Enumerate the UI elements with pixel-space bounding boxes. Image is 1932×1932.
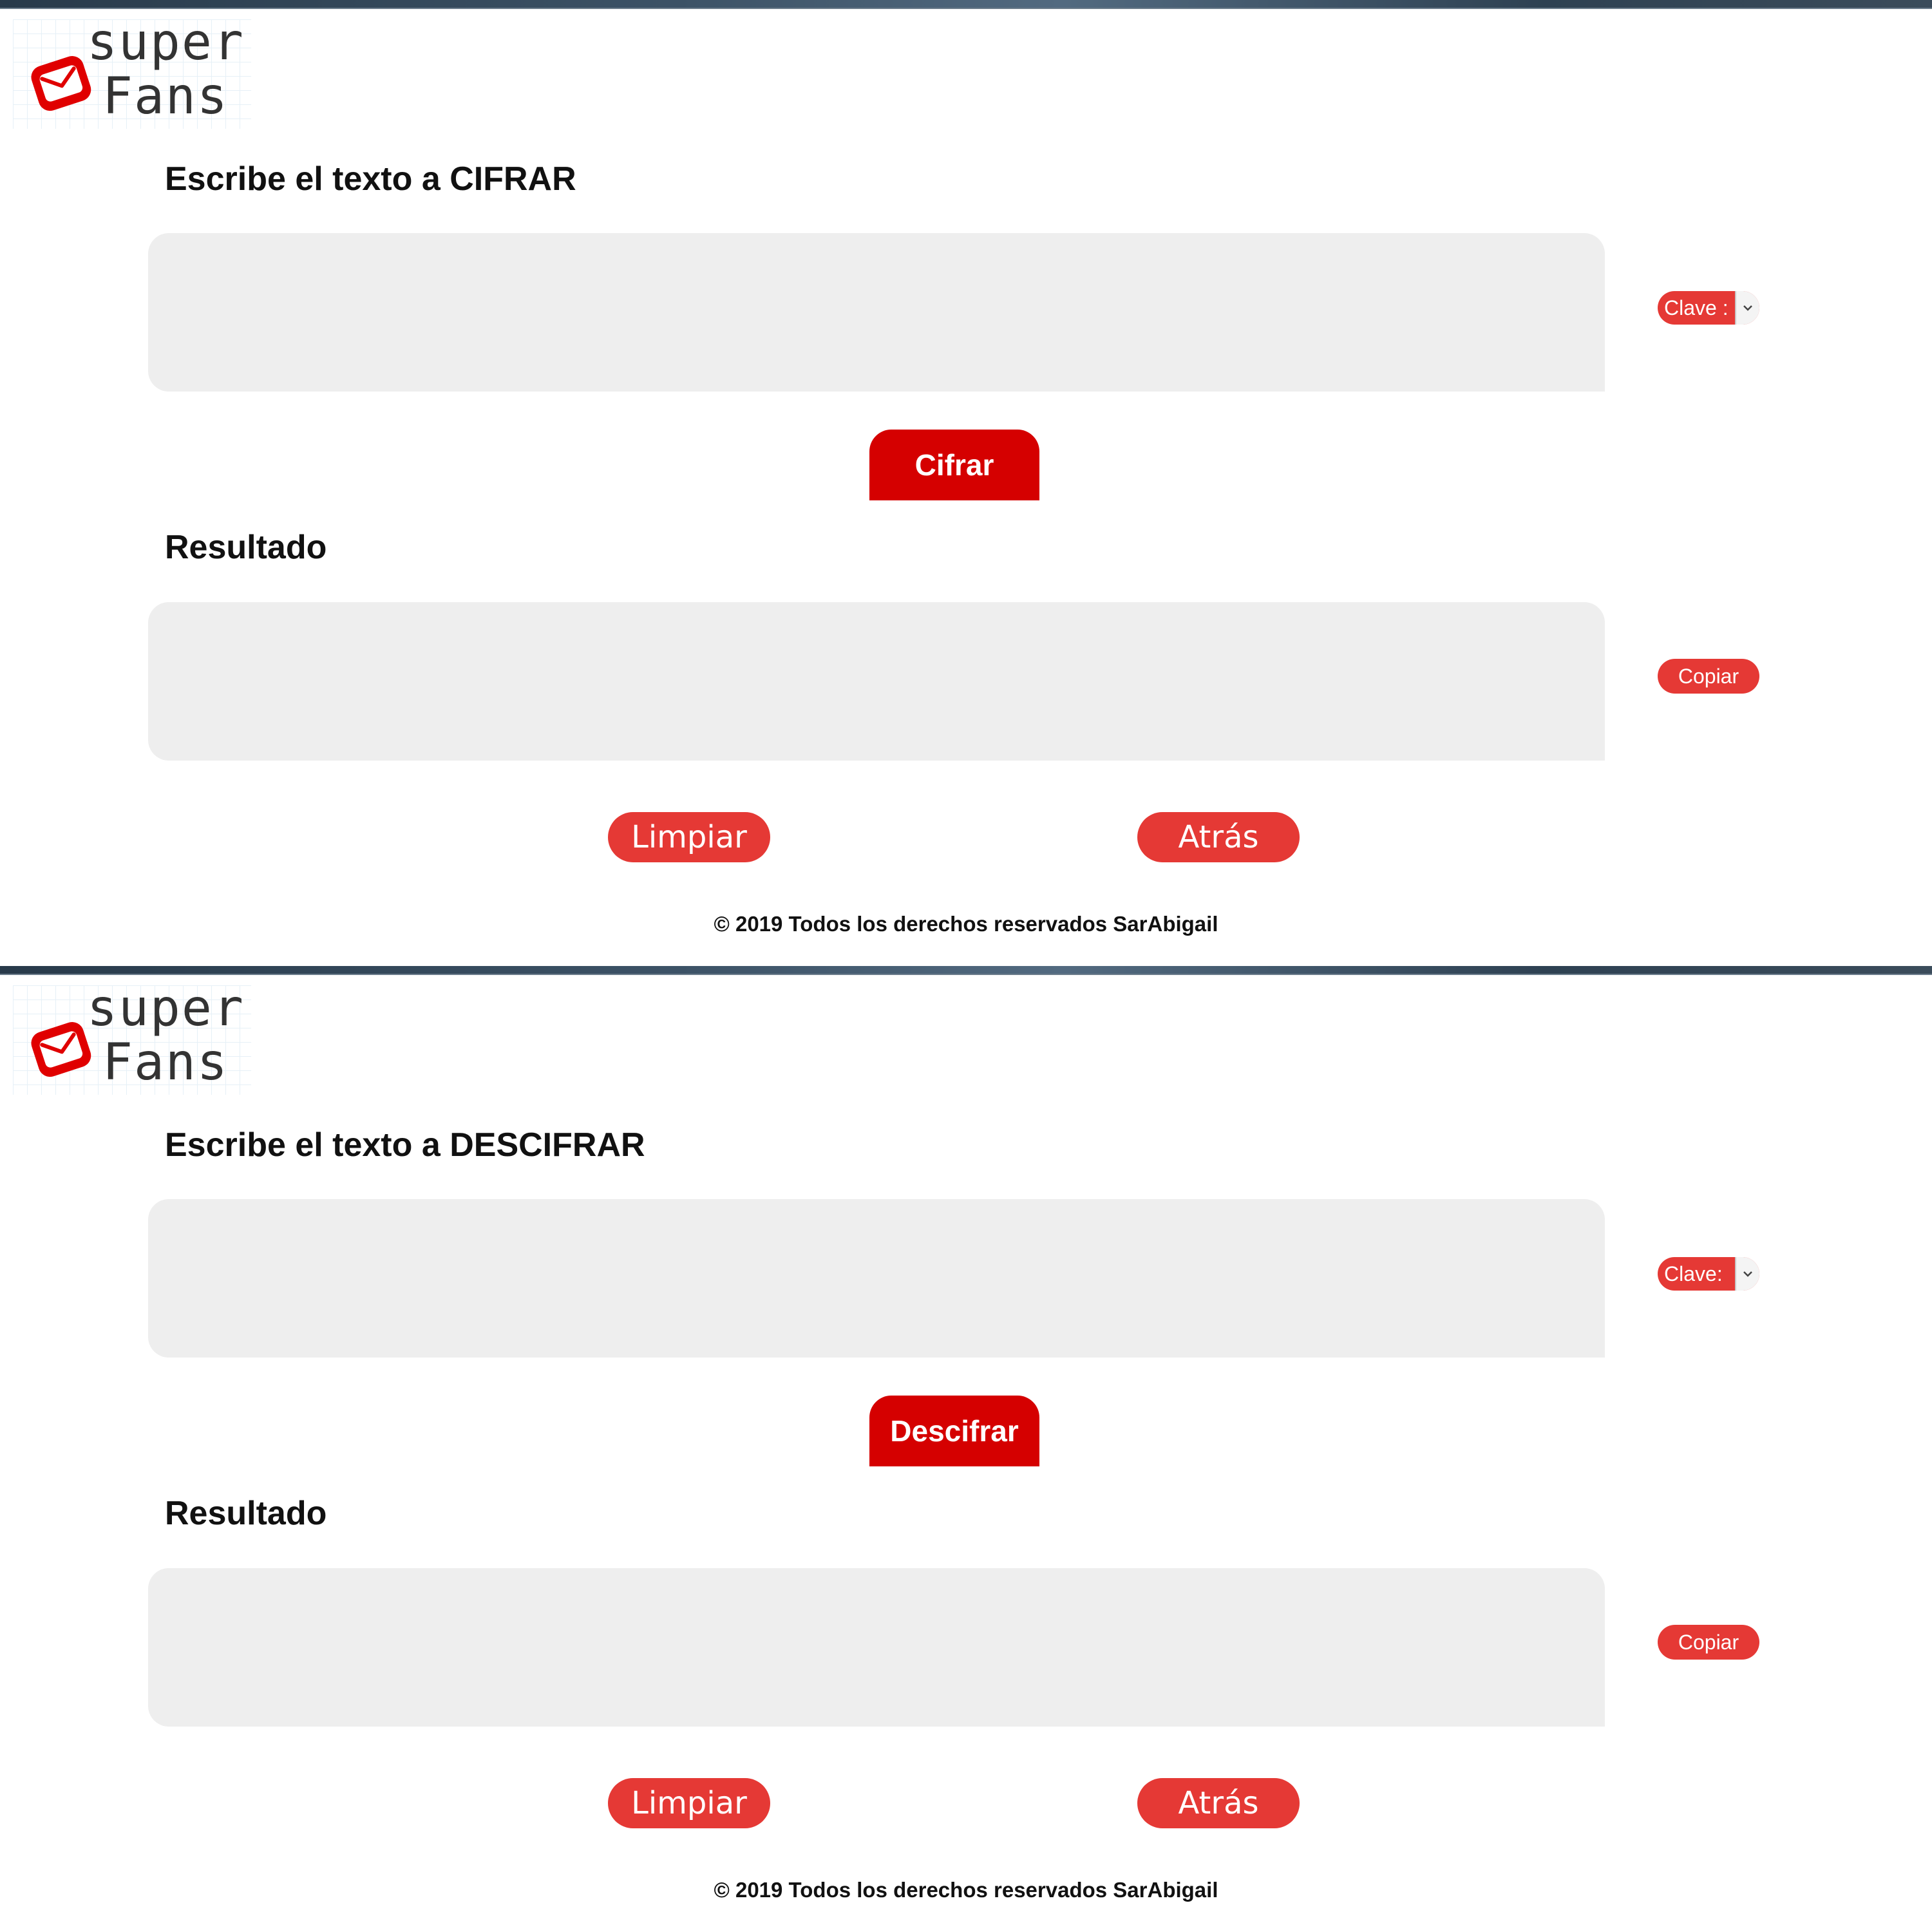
key-select[interactable]: Clave : <box>1658 291 1759 325</box>
encrypt-input-heading: Escribe el texto a CIFRAR <box>165 160 576 198</box>
logo-line-1: super <box>87 980 245 1037</box>
envelope-icon <box>31 1022 91 1077</box>
encrypt-button[interactable]: Cifrar <box>869 430 1039 500</box>
back-button[interactable]: Atrás <box>1137 812 1300 862</box>
key-select-label: Clave: <box>1664 1262 1723 1285</box>
decrypt-button[interactable]: Descifrar <box>869 1396 1039 1466</box>
footer-copyright: © 2019 Todos los derechos reservados Sar… <box>714 912 1218 936</box>
decrypt-input-heading: Escribe el texto a DESCIFRAR <box>165 1126 645 1164</box>
decrypt-screen: super Fans Escribe el texto a DESCIFRAR … <box>0 966 1932 1932</box>
chevron-down-icon[interactable] <box>1735 1257 1759 1291</box>
encrypt-input-field[interactable] <box>148 233 1605 392</box>
decrypt-input-field[interactable] <box>148 1199 1605 1358</box>
result-field[interactable] <box>148 602 1605 761</box>
copy-button[interactable]: Copiar <box>1658 659 1759 694</box>
window-top-edge <box>0 966 1932 975</box>
clear-button[interactable]: Limpiar <box>608 1778 770 1828</box>
site-logo[interactable]: super Fans <box>13 981 251 1095</box>
logo-line-1: super <box>87 14 245 71</box>
key-select-label: Clave : <box>1664 296 1728 319</box>
clear-button[interactable]: Limpiar <box>608 812 770 862</box>
back-button[interactable]: Atrás <box>1137 1778 1300 1828</box>
logo-line-2: Fans <box>102 68 229 126</box>
window-top-edge <box>0 0 1932 9</box>
key-select[interactable]: Clave: <box>1658 1257 1759 1291</box>
result-heading: Resultado <box>165 529 327 566</box>
footer-copyright: © 2019 Todos los derechos reservados Sar… <box>714 1878 1218 1902</box>
encrypt-screen: super Fans Escribe el texto a CIFRAR Cla… <box>0 0 1932 966</box>
site-logo[interactable]: super Fans <box>13 15 251 129</box>
logo-wordmark: super Fans <box>87 15 245 124</box>
envelope-icon <box>31 56 91 111</box>
logo-line-2: Fans <box>102 1034 229 1092</box>
copy-button[interactable]: Copiar <box>1658 1625 1759 1660</box>
result-heading: Resultado <box>165 1495 327 1532</box>
logo-wordmark: super Fans <box>87 981 245 1090</box>
result-field[interactable] <box>148 1568 1605 1727</box>
chevron-down-icon[interactable] <box>1735 291 1759 325</box>
